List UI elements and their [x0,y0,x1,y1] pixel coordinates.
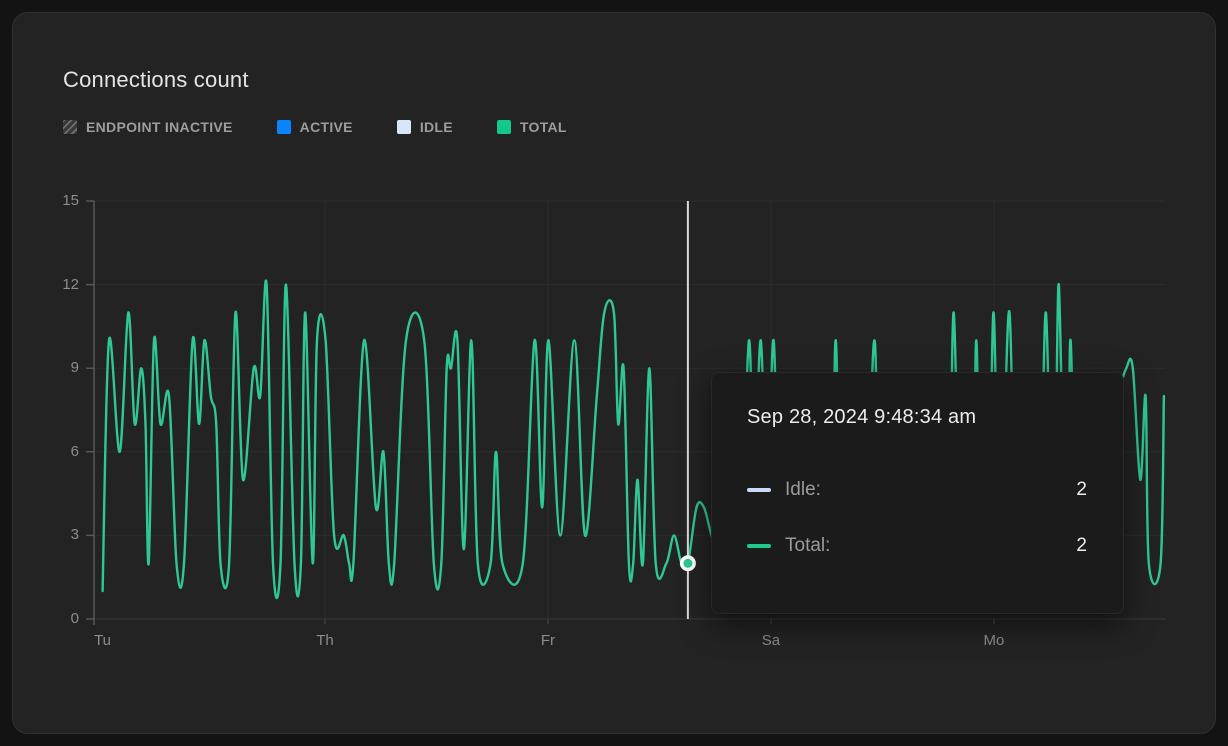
tooltip-label: Total: [785,535,830,557]
idle-dash-icon [747,488,771,492]
x-axis-label: Mo [964,630,1024,652]
chart-tooltip: Sep 28, 2024 9:48:34 am Idle: 2 Total: 2 [711,372,1124,614]
connections-count-card: Connections count ENDPOINT INACTIVE ACTI… [12,12,1216,734]
x-axis-label: Sa [741,630,801,652]
tooltip-label: Idle: [785,479,821,501]
y-axis-label: 15 [39,190,79,212]
x-axis-label: Tu [73,630,133,652]
cursor-marker-dot [683,559,692,568]
x-axis-label: Fr [518,630,578,652]
y-axis-label: 3 [39,524,79,546]
tooltip-date: Sep 28, 2024 9:48:34 am [747,405,1087,430]
y-axis-label: 12 [39,274,79,296]
tooltip-value: 2 [1076,535,1087,557]
tooltip-row-idle: Idle: 2 [747,479,1087,501]
tooltip-value: 2 [1076,479,1087,501]
y-axis-label: 0 [39,608,79,630]
y-axis-label: 6 [39,441,79,463]
total-dash-icon [747,544,771,548]
tooltip-row-total: Total: 2 [747,535,1087,557]
y-axis-label: 9 [39,357,79,379]
x-axis-label: Th [295,630,355,652]
